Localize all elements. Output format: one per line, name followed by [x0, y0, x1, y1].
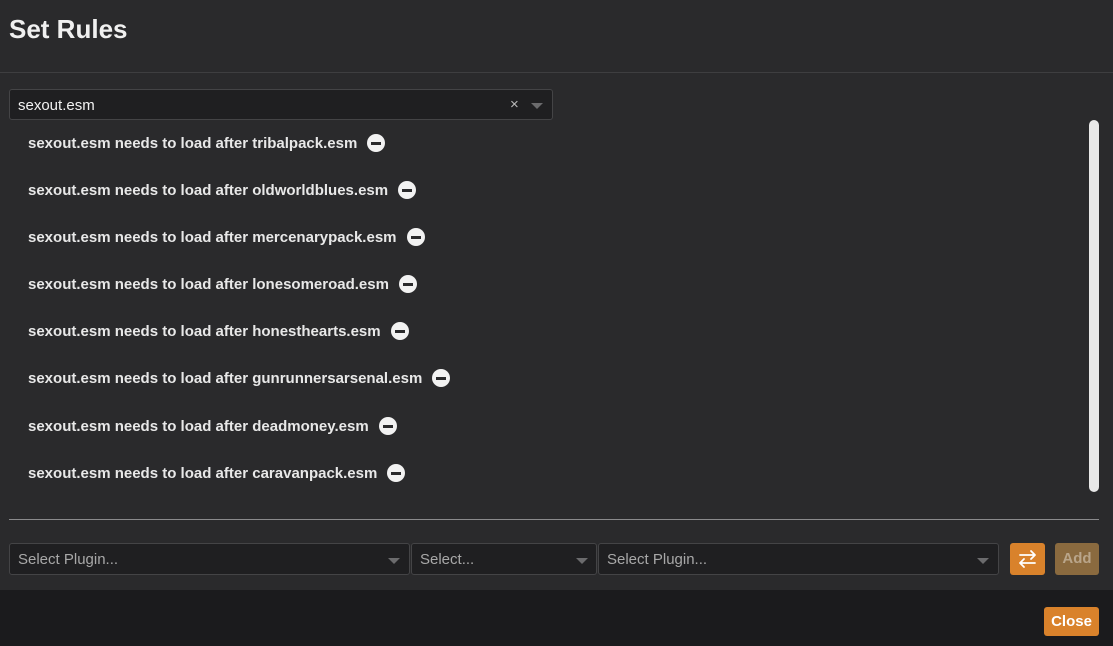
rules-list: sexout.esm needs to load after tribalpac…	[9, 120, 1089, 492]
rule-row: sexout.esm needs to load after caravanpa…	[28, 462, 406, 484]
rule-text: sexout.esm needs to load after oldworldb…	[28, 181, 389, 199]
close-button[interactable]: Close	[1044, 607, 1099, 636]
rule-row: sexout.esm needs to load after mercenary…	[28, 226, 425, 248]
clear-selection-icon[interactable]: ×	[510, 96, 519, 113]
remove-rule-icon[interactable]	[367, 134, 386, 152]
chevron-down-icon[interactable]	[977, 558, 989, 564]
chevron-down-icon[interactable]	[531, 103, 543, 109]
rule-text: sexout.esm needs to load after honesthea…	[28, 322, 381, 340]
remove-rule-icon[interactable]	[378, 417, 397, 435]
rule-row: sexout.esm needs to load after lonesomer…	[28, 273, 417, 295]
dialog-header: Set Rules	[0, 0, 1113, 73]
rule-row: sexout.esm needs to load after gunrunner…	[28, 367, 451, 389]
remove-rule-icon[interactable]	[398, 181, 417, 199]
plugin-select-value: sexout.esm	[18, 97, 95, 114]
rule-type-select[interactable]: Select...	[411, 543, 597, 575]
rule-row: sexout.esm needs to load after tribalpac…	[28, 132, 386, 154]
rule-type-placeholder: Select...	[420, 551, 475, 568]
section-divider	[9, 519, 1099, 520]
rule-row: sexout.esm needs to load after oldworldb…	[28, 179, 417, 201]
rule-text: sexout.esm needs to load after deadmoney…	[28, 417, 369, 435]
rule-text: sexout.esm needs to load after tribalpac…	[28, 134, 358, 152]
remove-rule-icon[interactable]	[387, 464, 406, 482]
rule-text: sexout.esm needs to load after mercenary…	[28, 228, 397, 246]
swap-button[interactable]	[1010, 543, 1045, 575]
target-plugin-placeholder: Select Plugin...	[607, 551, 708, 568]
rule-text: sexout.esm needs to load after gunrunner…	[28, 369, 423, 387]
remove-rule-icon[interactable]	[390, 322, 409, 340]
rule-text: sexout.esm needs to load after lonesomer…	[28, 275, 389, 293]
swap-arrows-icon	[1019, 550, 1036, 568]
target-plugin-select[interactable]: Select Plugin...	[598, 543, 999, 575]
source-plugin-select[interactable]: Select Plugin...	[9, 543, 410, 575]
rules-scrollbar[interactable]	[1089, 120, 1099, 492]
rule-row: sexout.esm needs to load after deadmoney…	[28, 415, 397, 437]
plugin-select[interactable]: sexout.esm ×	[9, 89, 553, 120]
dialog-title: Set Rules	[9, 14, 128, 44]
source-plugin-placeholder: Select Plugin...	[18, 551, 119, 568]
add-rule-button[interactable]: Add	[1055, 543, 1099, 575]
dialog-footer	[0, 590, 1113, 646]
chevron-down-icon[interactable]	[576, 558, 588, 564]
rule-row: sexout.esm needs to load after honesthea…	[28, 320, 409, 342]
remove-rule-icon[interactable]	[406, 228, 425, 246]
remove-rule-icon[interactable]	[398, 275, 417, 293]
remove-rule-icon[interactable]	[432, 369, 451, 387]
rule-text: sexout.esm needs to load after caravanpa…	[28, 464, 378, 482]
chevron-down-icon[interactable]	[388, 558, 400, 564]
